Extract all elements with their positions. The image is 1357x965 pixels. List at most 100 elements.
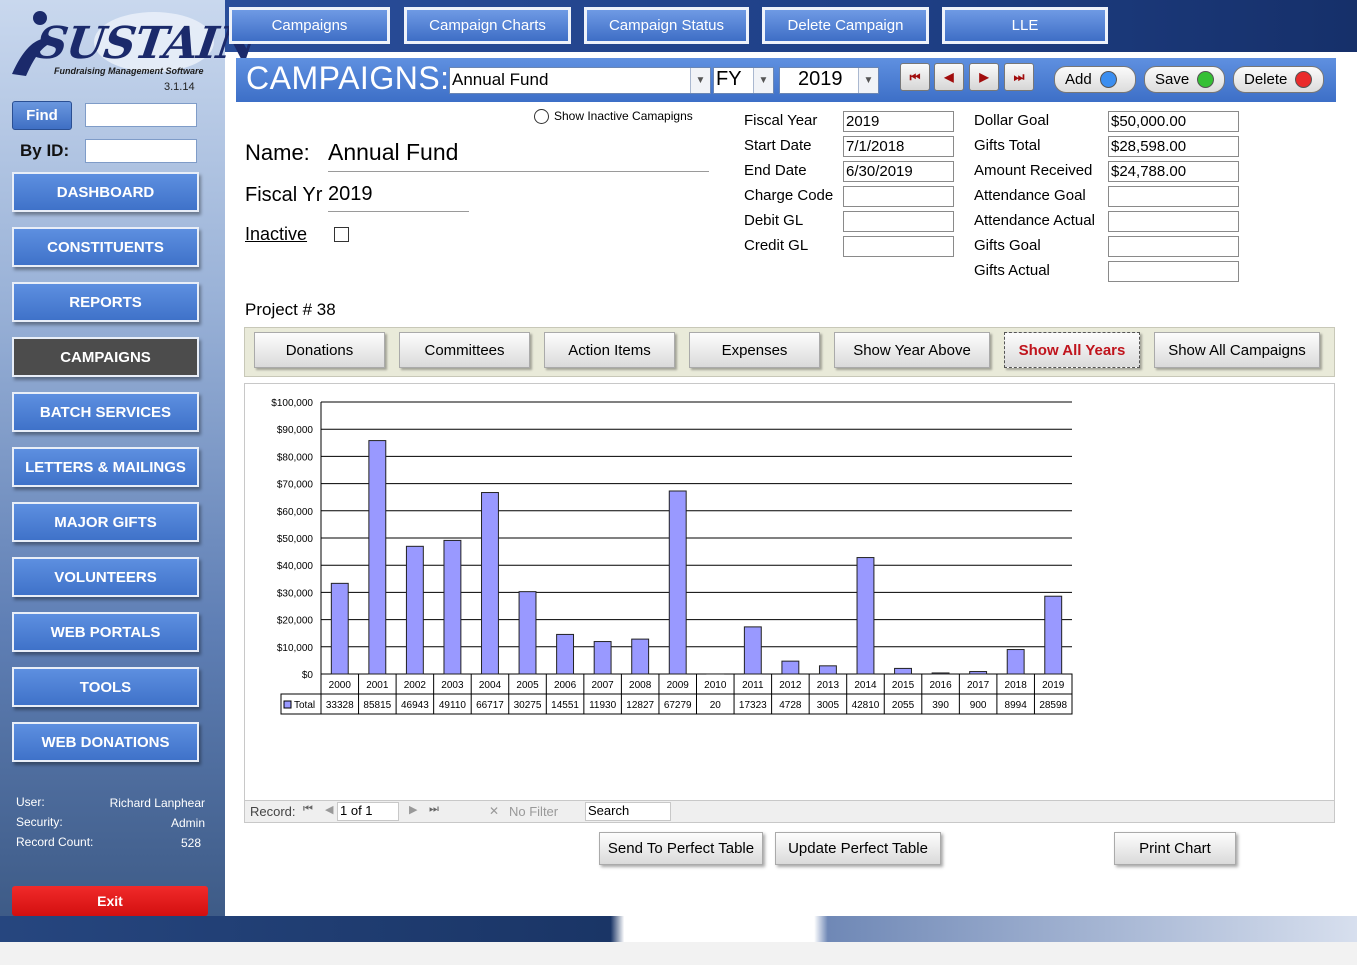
exit-button[interactable]: Exit — [12, 886, 208, 916]
tab-campaign-status[interactable]: Campaign Status — [584, 7, 749, 44]
debit-gl-field[interactable] — [843, 211, 954, 232]
save-button[interactable]: Save — [1144, 66, 1225, 93]
add-label: Add — [1065, 71, 1092, 88]
last-record-icon: ⏭ — [1013, 69, 1025, 84]
search-input[interactable]: Search — [585, 802, 671, 821]
fiscal-yr-field[interactable]: 2019 — [328, 183, 469, 212]
x-tick-label: 2004 — [479, 680, 502, 691]
gifts-total-field[interactable]: $28,598.00 — [1108, 136, 1239, 157]
nav-major-gifts[interactable]: MAJOR GIFTS — [12, 502, 199, 542]
find-input[interactable] — [85, 103, 197, 127]
prev-record-button[interactable]: ◀ — [934, 63, 964, 91]
no-filter-label[interactable]: No Filter — [509, 804, 558, 819]
update-perfect-table-button[interactable]: Update Perfect Table — [775, 832, 941, 865]
nav-volunteers[interactable]: VOLUNTEERS — [12, 557, 199, 597]
last-record-button[interactable]: ⏭ — [1004, 63, 1034, 91]
nav-web-portals[interactable]: WEB PORTALS — [12, 612, 199, 652]
nav-web-donations[interactable]: WEB DONATIONS — [12, 722, 199, 762]
delete-label: Delete — [1244, 71, 1288, 88]
chevron-down-icon[interactable]: ▼ — [690, 68, 710, 93]
by-id-input[interactable] — [85, 139, 197, 163]
nav-letters-mailings[interactable]: LETTERS & MAILINGS — [12, 447, 199, 487]
project-number: Project # 38 — [245, 300, 336, 319]
user-label: User: — [16, 795, 45, 809]
credit-gl-field[interactable] — [843, 236, 954, 257]
start-date-field[interactable]: 7/1/2018 — [843, 136, 954, 157]
y-tick-label: $40,000 — [277, 561, 314, 572]
nav-batch-services[interactable]: BATCH SERVICES — [12, 392, 199, 432]
name-field[interactable]: Annual Fund — [328, 139, 709, 172]
next-record-button[interactable]: ▶ — [969, 63, 999, 91]
nav-tools[interactable]: TOOLS — [12, 667, 199, 707]
send-to-perfect-table-button[interactable]: Send To Perfect Table — [599, 832, 763, 865]
find-button[interactable]: Find — [12, 101, 72, 130]
first-record-icon[interactable]: ⏮ — [303, 803, 313, 816]
x-tick-label: 2003 — [441, 680, 464, 691]
campaign-select-value: Annual Fund — [452, 70, 549, 89]
record-count-value: 528 — [180, 836, 201, 850]
donations-button[interactable]: Donations — [254, 332, 385, 368]
y-tick-label: $20,000 — [277, 616, 314, 627]
gifts-actual-label: Gifts Actual — [974, 262, 1050, 279]
year-select[interactable]: 2019 ▼ — [779, 67, 879, 94]
attendance-goal-field[interactable] — [1108, 186, 1239, 207]
attendance-goal-label: Attendance Goal — [974, 187, 1086, 204]
bar-2005 — [518, 591, 537, 675]
campaign-select[interactable]: Annual Fund ▼ — [449, 67, 711, 94]
tab-campaign-charts[interactable]: Campaign Charts — [404, 7, 571, 44]
prev-record-icon[interactable]: ◀ — [325, 803, 333, 816]
next-record-icon: ▶ — [979, 70, 989, 84]
amount-received-field[interactable]: $24,788.00 — [1108, 161, 1239, 182]
first-record-button[interactable]: ⏮ — [900, 63, 930, 91]
add-button[interactable]: Add — [1054, 66, 1136, 93]
fiscal-year-field[interactable]: 2019 — [843, 111, 954, 132]
data-label: 33328 — [326, 700, 354, 711]
chevron-down-icon[interactable]: ▼ — [858, 68, 878, 93]
expenses-button[interactable]: Expenses — [689, 332, 820, 368]
delete-button[interactable]: Delete — [1233, 66, 1324, 93]
filter-icon[interactable]: ✕ — [489, 804, 499, 818]
last-record-icon[interactable]: ⏭ — [429, 803, 439, 816]
bar-2008 — [631, 638, 650, 675]
dollar-goal-field[interactable]: $50,000.00 — [1108, 111, 1239, 132]
end-date-label: End Date — [744, 162, 807, 179]
bottom-decoration — [0, 916, 1357, 942]
show-all-campaigns-button[interactable]: Show All Campaigns — [1154, 332, 1320, 368]
gifts-actual-field[interactable] — [1108, 261, 1239, 282]
nav-reports[interactable]: REPORTS — [12, 282, 199, 322]
bar-2018 — [1006, 649, 1025, 675]
tab-delete-campaign[interactable]: Delete Campaign — [762, 7, 929, 44]
bar-2002 — [405, 545, 424, 675]
show-inactive-radio[interactable] — [534, 109, 549, 124]
end-date-field[interactable]: 6/30/2019 — [843, 161, 954, 182]
security-label: Security: — [16, 815, 63, 829]
blue-dot-icon — [1099, 71, 1117, 88]
print-chart-button[interactable]: Print Chart — [1114, 832, 1236, 865]
inactive-checkbox[interactable] — [334, 227, 349, 242]
committees-button[interactable]: Committees — [399, 332, 530, 368]
show-year-above-button[interactable]: Show Year Above — [834, 332, 990, 368]
show-all-years-button[interactable]: Show All Years — [1004, 332, 1140, 368]
bar-2013 — [818, 665, 837, 675]
action-items-button[interactable]: Action Items — [544, 332, 675, 368]
credit-gl-label: Credit GL — [744, 237, 809, 254]
nav-dashboard[interactable]: DASHBOARD — [12, 172, 199, 212]
x-tick-label: 2010 — [704, 680, 727, 691]
gifts-goal-field[interactable] — [1108, 236, 1239, 257]
charge-code-field[interactable] — [843, 186, 954, 207]
y-tick-label: $70,000 — [277, 480, 314, 491]
nav-constituents[interactable]: CONSTITUENTS — [12, 227, 199, 267]
chevron-down-icon[interactable]: ▼ — [753, 68, 773, 93]
bar-2016 — [931, 672, 950, 675]
nav-campaigns[interactable]: CAMPAIGNS — [12, 337, 199, 377]
type-select[interactable]: FY ▼ — [713, 67, 774, 94]
inactive-label: Inactive — [245, 224, 308, 244]
data-label: 14551 — [551, 700, 579, 711]
record-position-input[interactable]: 1 of 1 — [337, 802, 399, 821]
tab-campaigns[interactable]: Campaigns — [229, 7, 390, 44]
data-label: 66717 — [476, 700, 504, 711]
tab-lle[interactable]: LLE — [942, 7, 1108, 44]
next-record-icon[interactable]: ▶ — [409, 803, 417, 816]
gifts-total-label: Gifts Total — [974, 137, 1041, 154]
attendance-actual-field[interactable] — [1108, 211, 1239, 232]
